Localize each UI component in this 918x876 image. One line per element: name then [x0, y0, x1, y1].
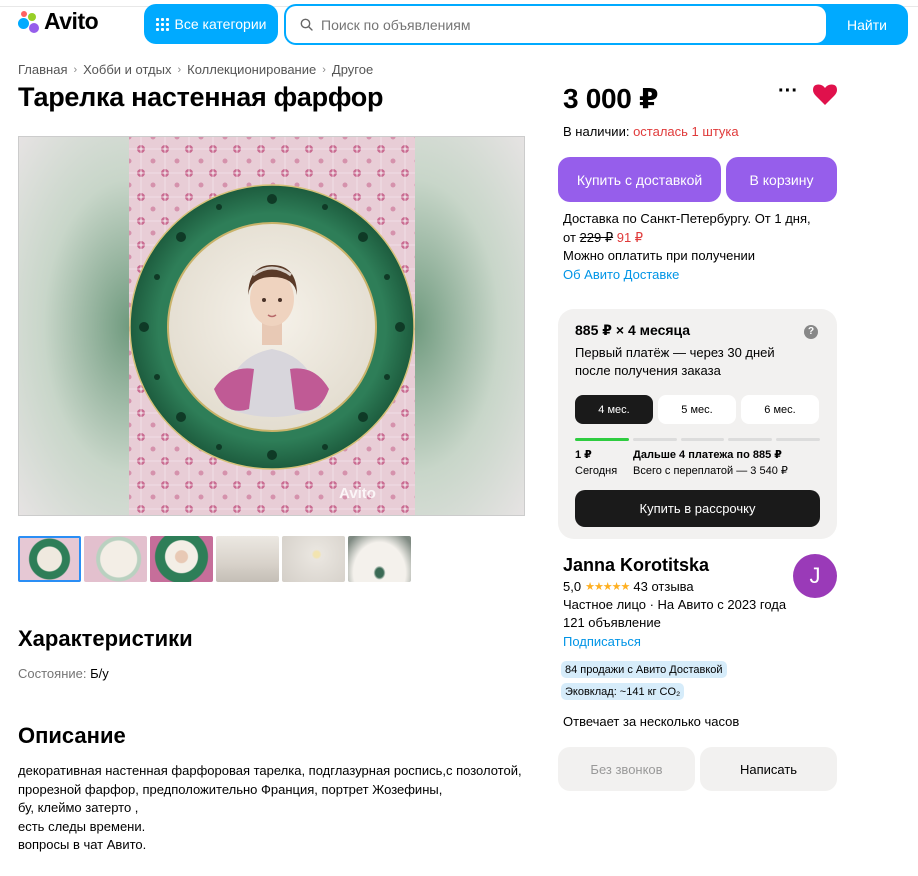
description-line: есть следы времени.: [18, 818, 146, 834]
question-icon[interactable]: ?: [804, 325, 818, 339]
chevron-right-icon: ›: [73, 63, 78, 76]
no-calls-button[interactable]: Без звонков: [558, 747, 695, 791]
pay-on-receipt: Можно оплатить при получении: [563, 248, 756, 263]
page-title: Тарелка настенная фарфор: [18, 82, 384, 112]
thumbnail-3[interactable]: [150, 536, 213, 582]
payment-progress-segment: [575, 438, 629, 441]
avatar[interactable]: J: [793, 554, 837, 598]
avito-watermark: Avito: [339, 485, 376, 502]
next-payments-label: Дальше 4 платежа по 885 ₽: [633, 449, 782, 461]
payment-progress-segment: [633, 438, 677, 441]
rating-value: 5,0: [563, 579, 582, 594]
spec-label: Состояние:: [18, 666, 87, 681]
search-input[interactable]: [321, 16, 801, 33]
description-line: декоративная настенная фарфоровая тарелк…: [18, 763, 522, 778]
buy-installment-button[interactable]: Купить в рассрочку: [575, 490, 820, 527]
total-label: Всего с переплатой — 3 540 ₽: [633, 464, 788, 477]
delivery-info: Доставка по Санкт-Петербургу. От 1 дня, …: [563, 210, 811, 284]
description-text: декоративная настенная фарфоровая тарелк…: [18, 762, 538, 855]
breadcrumb-item[interactable]: Коллекционирование: [187, 62, 316, 77]
breadcrumb-item[interactable]: Хобби и отдых: [83, 62, 171, 77]
characteristics-heading: Характеристики: [18, 626, 193, 651]
next-payments: Дальше 4 платежа по 885 ₽ Всего с перепл…: [633, 448, 788, 479]
thumbnail-strip: [18, 536, 411, 582]
description-line: вопросы в чат Авито.: [18, 837, 147, 852]
term-option[interactable]: 4 мес.: [575, 395, 653, 424]
payment-progress-segment: [728, 438, 772, 441]
sales-badge: 84 продажи с Авито Доставкой: [561, 661, 727, 678]
seller-name[interactable]: Janna Korotitska: [563, 555, 709, 576]
all-categories-label: Все категории: [174, 16, 267, 32]
payment-progress-segment: [776, 438, 820, 441]
today-payment: 1 ₽ Сегодня: [575, 448, 617, 479]
term-option[interactable]: 5 мес.: [658, 395, 736, 424]
search-button[interactable]: Найти: [826, 4, 908, 45]
all-categories-button[interactable]: Все категории: [144, 4, 278, 44]
thumbnail-1[interactable]: [18, 536, 81, 582]
stock-status: В наличии: осталась 1 штука: [563, 124, 739, 139]
search-bar: Найти: [284, 4, 908, 45]
main-photo[interactable]: Avito: [18, 136, 525, 516]
photo-blur-right: [413, 137, 524, 515]
more-options-icon[interactable]: ···: [778, 81, 798, 104]
delivery-link[interactable]: Об Авито Доставке: [563, 266, 811, 285]
delivery-price-line: от 229 ₽ 91 ₽: [563, 229, 811, 248]
breadcrumb: Главная › Хобби и отдых › Коллекциониров…: [18, 62, 373, 77]
delivery-line: Доставка по Санкт-Петербургу. От 1 дня,: [563, 211, 811, 226]
description-line: бу, клеймо затерто ,: [18, 800, 139, 815]
thumbnail-2[interactable]: [84, 536, 147, 582]
grid-icon: [155, 17, 169, 31]
spec-condition: Состояние: Б/у: [18, 666, 109, 681]
today-label: Сегодня: [575, 464, 618, 477]
thumbnail-6[interactable]: [348, 536, 411, 582]
reviews-count[interactable]: 43 отзыва: [633, 579, 693, 594]
installment-card: 885 ₽ × 4 месяца ? Первый платёж — через…: [558, 309, 837, 539]
delivery-new-price: 91 ₽: [616, 229, 644, 245]
seller-type: Частное лицо · На Авито с 2023 года: [563, 597, 787, 612]
star-rating-icon: ★★★★★: [585, 581, 630, 593]
subscribe-link[interactable]: Подписаться: [563, 634, 641, 649]
today-amount: 1 ₽: [575, 449, 592, 461]
chevron-right-icon: ›: [322, 63, 326, 76]
spec-value: Б/у: [90, 666, 109, 681]
term-option[interactable]: 6 мес.: [741, 395, 819, 424]
seller-rating: 5,0 ★★★★★ 43 отзыва: [563, 579, 694, 594]
seller-ads-count[interactable]: 121 объявление: [563, 615, 661, 630]
logo-text: Avito: [44, 8, 99, 34]
installment-title: 885 ₽ × 4 месяца: [575, 322, 691, 338]
thumbnail-5[interactable]: [282, 536, 345, 582]
thumbnail-4[interactable]: [216, 536, 279, 582]
plate-image: [129, 137, 415, 515]
stock-label: В наличии:: [563, 124, 630, 139]
photo-blur-left: [19, 137, 130, 515]
write-message-button[interactable]: Написать: [700, 747, 837, 791]
payment-progress-segment: [681, 438, 724, 441]
description-heading: Описание: [18, 723, 126, 748]
description-line: прорезной фарфор, предположительно Франц…: [18, 781, 443, 797]
breadcrumb-item[interactable]: Главная: [18, 62, 67, 77]
chevron-right-icon: ›: [177, 63, 182, 76]
logo-dots-icon: [18, 10, 40, 33]
eco-badge: Эковклад: ~141 кг CO₂: [561, 683, 685, 700]
breadcrumb-item[interactable]: Другое: [332, 62, 373, 77]
installment-subtitle: Первый платёж — через 30 дней после полу…: [575, 345, 775, 378]
delivery-from: от: [563, 229, 576, 245]
search-field-container[interactable]: [286, 6, 826, 43]
delivery-old-price: 229 ₽: [579, 229, 614, 245]
favorite-heart-icon[interactable]: [813, 84, 837, 106]
response-time: Отвечает за несколько часов: [563, 714, 740, 729]
add-to-cart-button[interactable]: В корзину: [726, 157, 837, 202]
price: 3 000 ₽: [563, 83, 659, 114]
avito-logo[interactable]: Avito: [18, 8, 99, 35]
buy-with-delivery-button[interactable]: Купить с доставкой: [558, 157, 721, 202]
search-icon: [300, 18, 313, 31]
stock-value: осталась 1 штука: [633, 124, 739, 139]
